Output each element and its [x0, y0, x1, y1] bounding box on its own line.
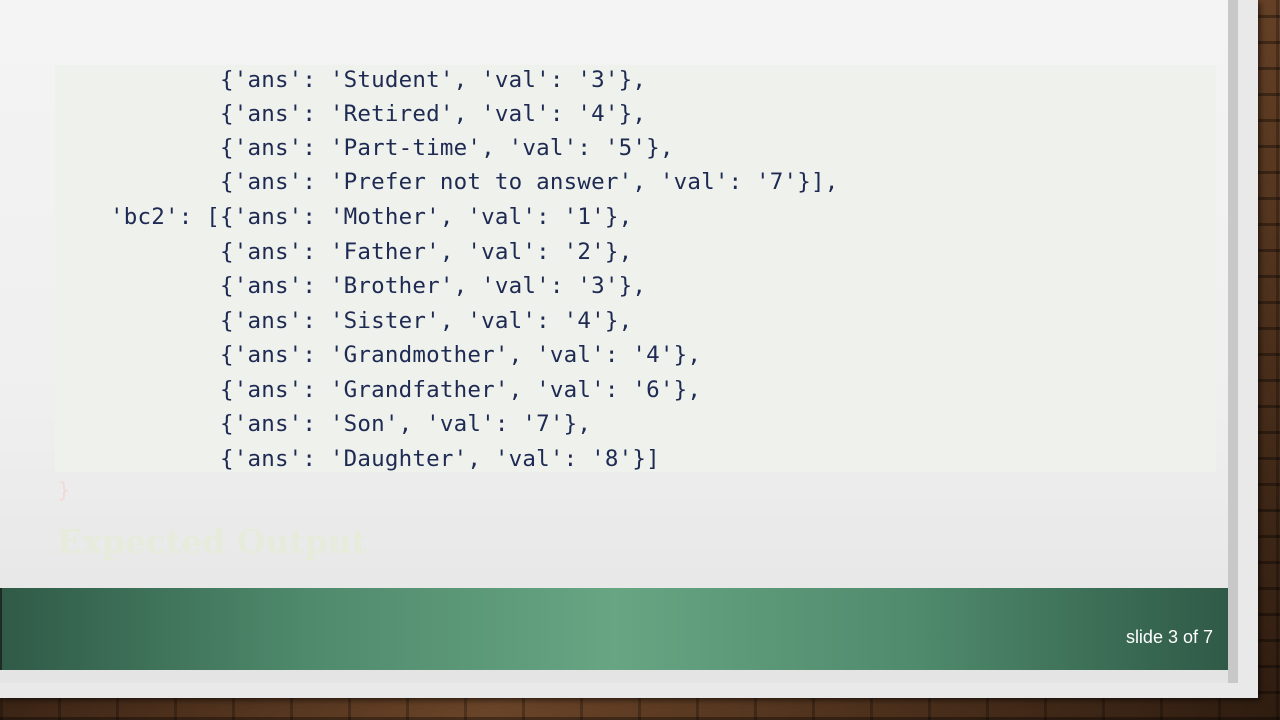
code-line: {'ans': 'Father', 'val': '2'}, — [55, 239, 633, 265]
slide-footer-bar: slide 3 of 7 — [0, 588, 1228, 670]
code-line: {'ans': 'Daughter', 'val': '8'}] — [55, 446, 660, 472]
slide-counter: slide 3 of 7 — [1125, 627, 1213, 647]
code-line: {'ans': 'Sister', 'val': '4'}, — [55, 308, 633, 334]
code-line: {'ans': 'Retired', 'val': '4'}, — [55, 101, 647, 127]
code-block: {'ans': 'Student', 'val': '3'}, {'ans': … — [55, 65, 1216, 472]
faded-closing-brace: } — [58, 478, 71, 502]
code-line: {'ans': 'Prefer not to answer', 'val': '… — [55, 169, 839, 195]
code-line: {'ans': 'Grandfather', 'val': '6'}, — [55, 377, 702, 403]
code-line: {'ans': 'Student', 'val': '3'}, — [55, 67, 647, 93]
faded-section-heading: Expected Output — [57, 522, 368, 561]
slide-frame: {'ans': 'Student', 'val': '3'}, {'ans': … — [0, 0, 1258, 698]
code-line: {'ans': 'Grandmother', 'val': '4'}, — [55, 342, 702, 368]
code-line: 'bc2': [{'ans': 'Mother', 'val': '1'}, — [55, 204, 633, 230]
code-line: {'ans': 'Son', 'val': '7'}, — [55, 411, 592, 437]
code-line: {'ans': 'Brother', 'val': '3'}, — [55, 273, 647, 299]
slide-edge-shadow — [1228, 0, 1238, 683]
slide-canvas: {'ans': 'Student', 'val': '3'}, {'ans': … — [0, 0, 1228, 683]
code-line: {'ans': 'Part-time', 'val': '5'}, — [55, 135, 674, 161]
